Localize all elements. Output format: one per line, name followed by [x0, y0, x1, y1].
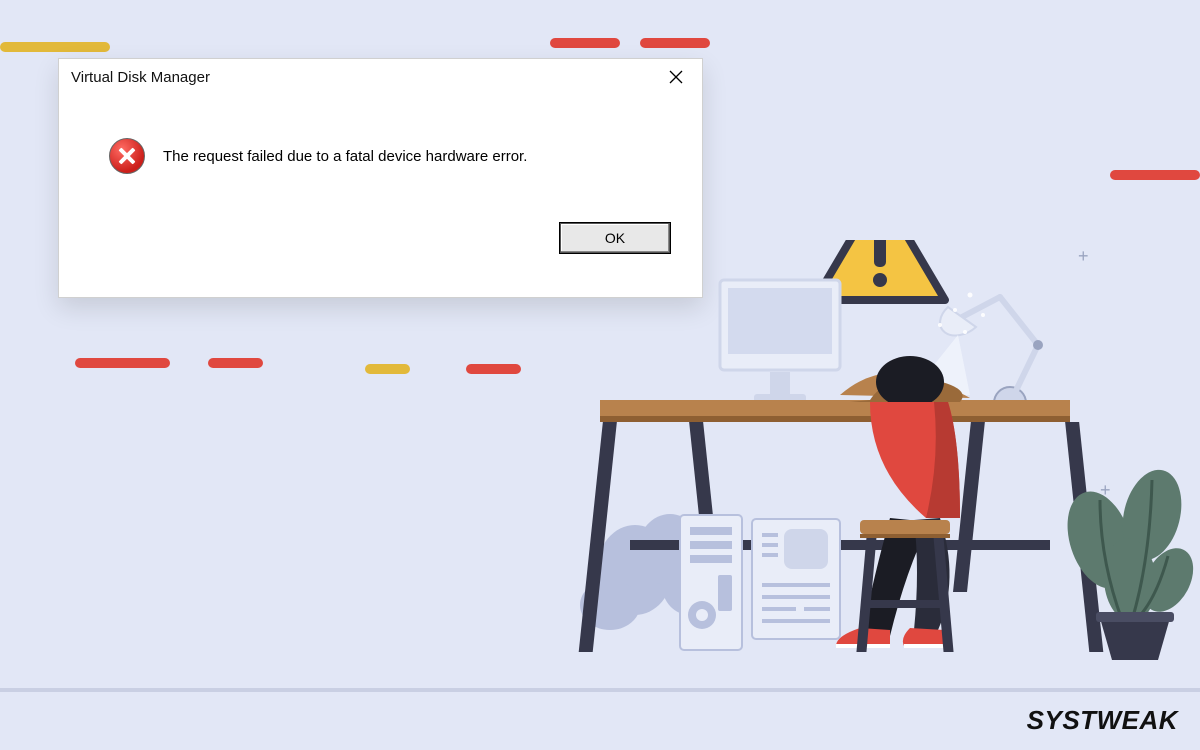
accent-dash [208, 358, 263, 368]
accent-dash [550, 38, 620, 48]
desk-scene [560, 240, 1200, 710]
dialog-message: The request failed due to a fatal device… [163, 148, 527, 165]
accent-dash [365, 364, 410, 374]
accent-dash [0, 42, 110, 52]
dialog-title: Virtual Disk Manager [71, 69, 662, 86]
error-x-icon [109, 138, 145, 174]
accent-dash [75, 358, 170, 368]
accent-dash [466, 364, 521, 374]
monitor-illustration [720, 280, 840, 404]
dialog-title-bar: Virtual Disk Manager [59, 59, 702, 95]
brand-logo: SYSTWEAK [1027, 705, 1178, 736]
dialog-body: The request failed due to a fatal device… [59, 95, 702, 205]
accent-dash [1110, 170, 1200, 180]
computer-tower-illustration [680, 515, 840, 650]
accent-dash [640, 38, 710, 48]
close-icon[interactable] [662, 63, 690, 91]
